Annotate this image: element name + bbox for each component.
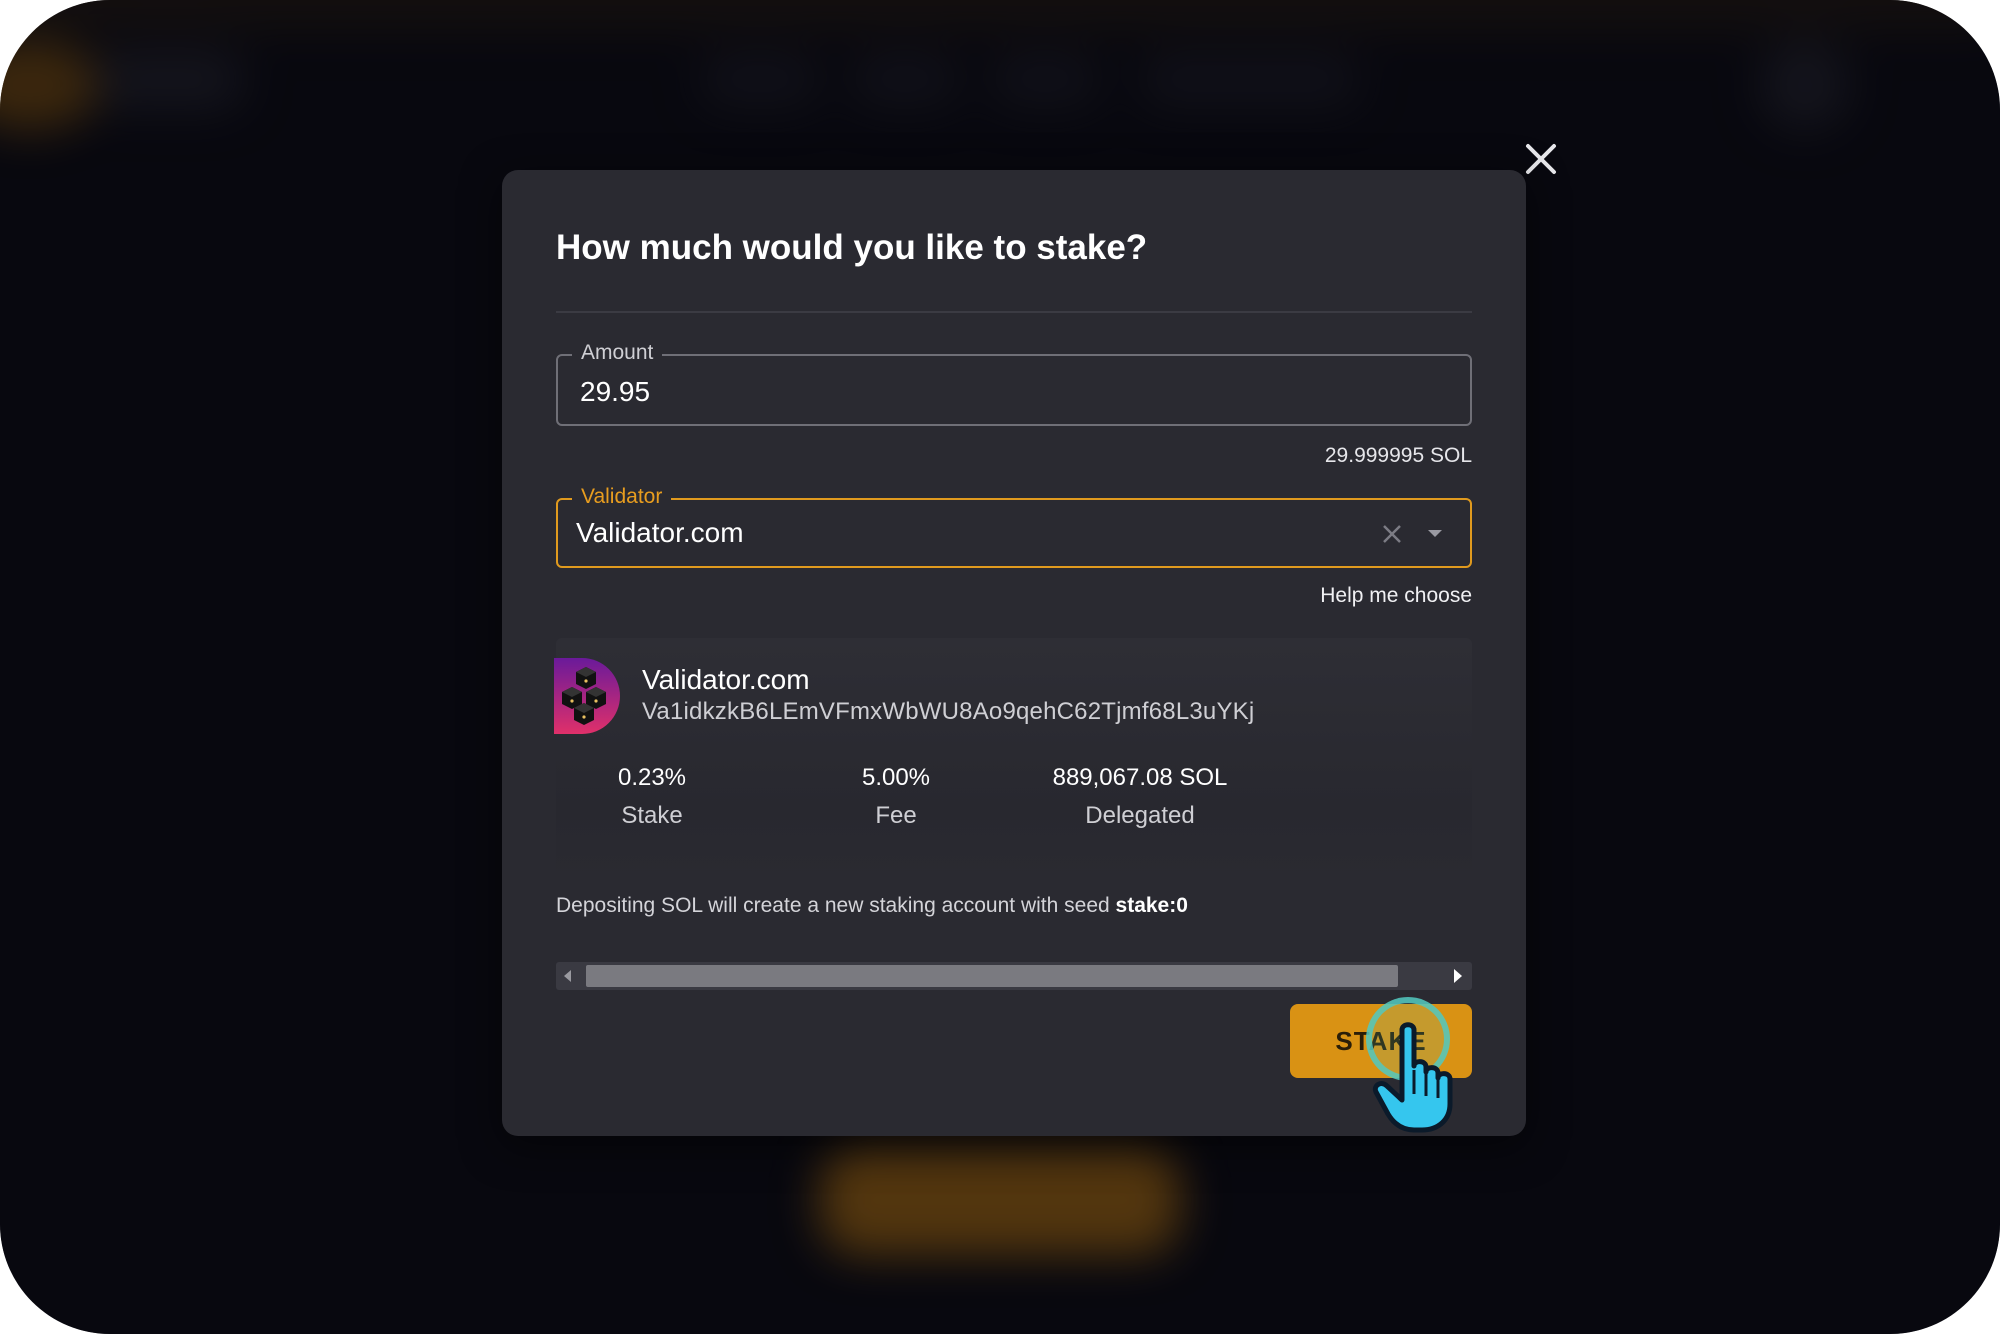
deposit-note: Depositing SOL will create a new staking… [556, 894, 1188, 918]
scroll-left-arrow-icon[interactable] [564, 970, 571, 982]
stat-value: 889,067.08 SOL [1052, 764, 1228, 791]
balance-text: 29.999995 SOL [1324, 444, 1472, 467]
stat-delegated: 889,067.08 SOL Delegated [1020, 764, 1260, 830]
dialog-title: How much would you like to stake? [556, 228, 1148, 267]
scrollbar-thumb[interactable] [586, 965, 1398, 987]
stat-label: Delegated [1085, 802, 1195, 829]
caret-down-icon[interactable] [1426, 527, 1444, 539]
stat-label: Fee [875, 802, 917, 829]
seed-value: stake:0 [1115, 894, 1188, 917]
validator-avatar [554, 658, 620, 734]
validator-address: Va1idkzkB6LEmVFmxWbWU8Ao9qehC62Tjmf68L3u… [642, 698, 1255, 725]
amount-input[interactable] [580, 376, 1280, 408]
stat-fee: 5.00% Fee [776, 764, 1016, 830]
help-me-choose-link[interactable]: Help me choose [1320, 584, 1472, 608]
amount-field[interactable]: Amount [556, 341, 1472, 426]
stat-value: 0.23% [617, 764, 687, 791]
validator-label: Validator [572, 485, 672, 509]
amount-label: Amount [572, 341, 663, 365]
close-icon[interactable] [1380, 522, 1404, 546]
validator-select[interactable]: Validator [556, 485, 1472, 568]
stake-dialog: How much would you like to stake? Amount… [502, 170, 1526, 1136]
validator-info-card: Validator.com Va1idkzkB6LEmVFmxWbWU8Ao9q… [554, 638, 1472, 882]
horizontal-scrollbar[interactable] [556, 962, 1472, 990]
hand-pointer-icon [1372, 1022, 1453, 1133]
stat-value: 5.00% [861, 764, 931, 791]
deposit-note-text: Depositing SOL will create a new staking… [556, 894, 1116, 917]
close-icon[interactable] [1520, 138, 1562, 180]
stat-stake: 0.23% Stake [532, 764, 772, 830]
scroll-right-arrow-icon[interactable] [1454, 969, 1462, 983]
validator-name: Validator.com [642, 664, 810, 695]
validator-input[interactable] [576, 517, 1276, 549]
divider [556, 311, 1472, 313]
screen-frame: How much would you like to stake? Amount… [0, 0, 2000, 1334]
stat-label: Stake [621, 802, 683, 829]
